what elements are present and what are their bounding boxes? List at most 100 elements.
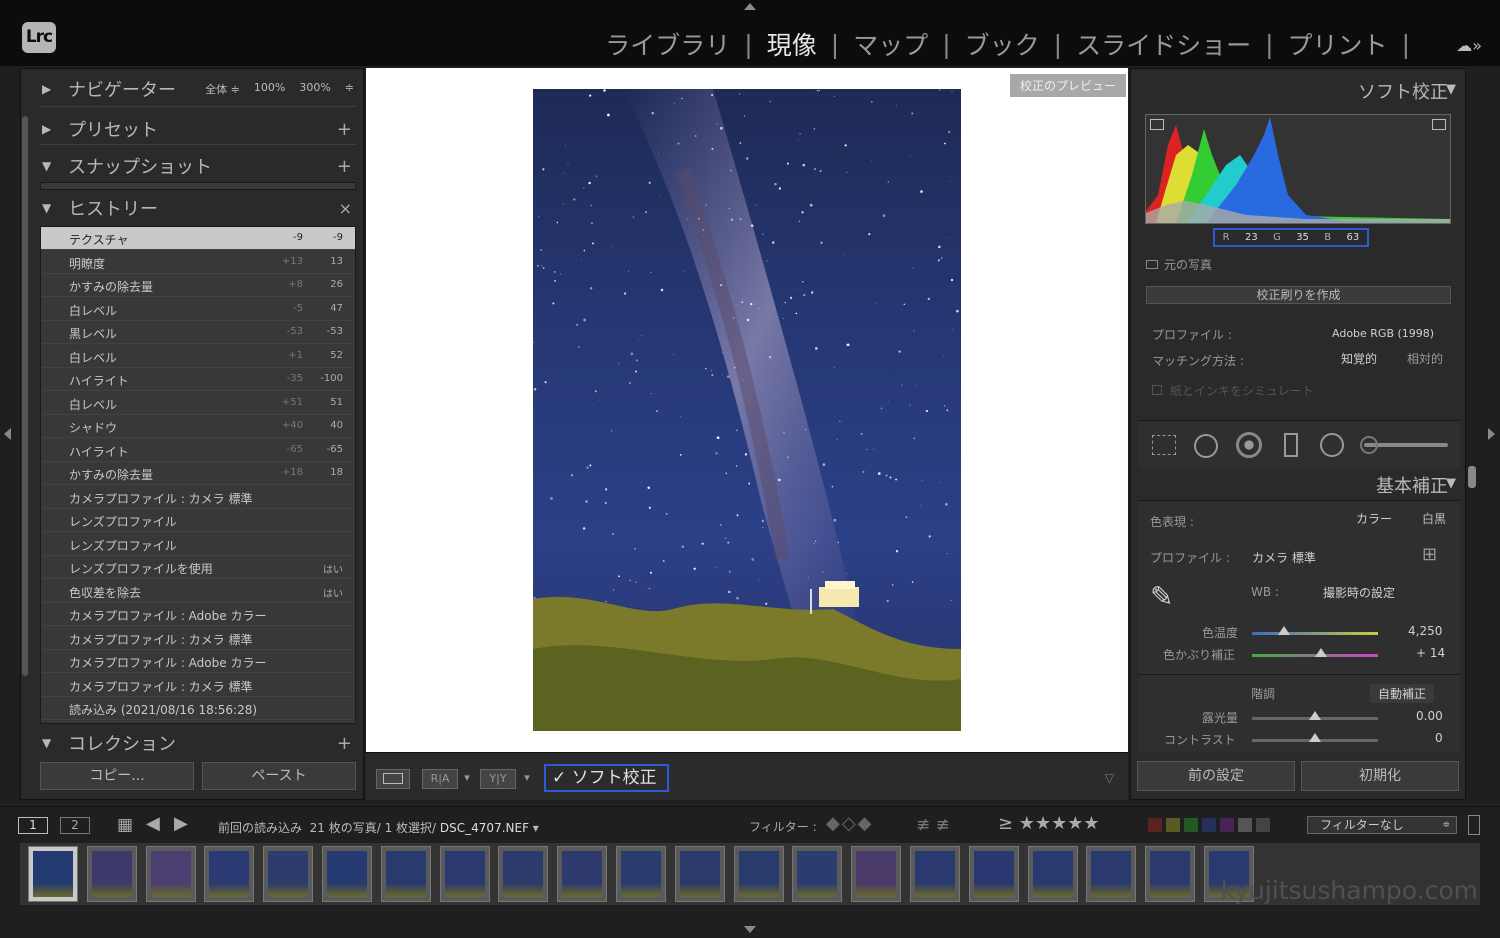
basic-header[interactable]: 基本補正	[1376, 472, 1448, 498]
collapse-icon[interactable]: ▼	[1446, 476, 1456, 491]
filmstrip-thumbnail[interactable]	[733, 846, 784, 902]
matching-relative[interactable]: 相対的	[1407, 350, 1443, 367]
tint-value[interactable]: + 14	[1416, 646, 1445, 660]
filmstrip-thumbnail[interactable]	[674, 846, 725, 902]
filmstrip-thumbnail[interactable]	[145, 846, 196, 902]
collapse-icon[interactable]: ▼	[1446, 82, 1456, 97]
filmstrip-thumbnail[interactable]	[498, 846, 549, 902]
temp-value[interactable]: 4,250	[1408, 624, 1442, 638]
temp-slider[interactable]	[1252, 626, 1378, 635]
module-map[interactable]: マップ	[839, 26, 942, 62]
filter-lock-icon[interactable]	[1468, 815, 1480, 835]
collapse-right-icon[interactable]	[1488, 428, 1495, 440]
history-item[interactable]: カメラプロファイル : カメラ 標準	[41, 674, 355, 697]
collapse-left-icon[interactable]	[4, 428, 11, 440]
history-item[interactable]: レンズプロファイルを使用 はい	[41, 556, 355, 579]
before-after-dropdown-icon[interactable]: ▾	[462, 769, 472, 789]
filmstrip-thumbnail[interactable]	[1145, 846, 1196, 902]
exposure-slider[interactable]	[1252, 711, 1378, 720]
simulate-paper-checkbox[interactable]: 紙とインキをシミュレート	[1152, 382, 1314, 399]
history-item[interactable]: 色収差を除去 はい	[41, 580, 355, 603]
module-print[interactable]: プリント	[1274, 26, 1402, 62]
module-book[interactable]: ブック	[951, 26, 1054, 62]
filter-preset-dropdown[interactable]: フィルターなし ≑	[1307, 816, 1457, 834]
edit-filter-icons[interactable]: ≢ ≢	[916, 815, 950, 835]
filmstrip-thumbnail[interactable]	[1086, 846, 1137, 902]
eyedropper-icon[interactable]: ✎	[1150, 580, 1186, 616]
history-item[interactable]: シャドウ +40 40	[41, 415, 355, 438]
rating-filter[interactable]: ≥ ★★★★★	[998, 813, 1100, 834]
history-item[interactable]: 黒レベル -53 -53	[41, 321, 355, 344]
filmstrip-thumbnail[interactable]	[439, 846, 490, 902]
history-item[interactable]: カメラプロファイル : カメラ 標準	[41, 486, 355, 509]
left-scrollbar[interactable]	[22, 116, 28, 676]
image-canvas[interactable]: 校正のプレビュー	[366, 68, 1128, 752]
wb-dropdown[interactable]: 撮影時の設定	[1323, 584, 1395, 601]
color-label-filter[interactable]	[1148, 817, 1274, 836]
exposure-value[interactable]: 0.00	[1416, 709, 1443, 723]
profile-dropdown[interactable]: Adobe RGB (1998)	[1332, 327, 1434, 340]
snapshots-header[interactable]: ▼ スナップショット +	[42, 153, 356, 179]
filmstrip-thumbnail[interactable]	[86, 846, 137, 902]
filmstrip-thumbnail[interactable]	[263, 846, 314, 902]
before-after-button[interactable]: R|A	[422, 769, 458, 789]
filmstrip-thumbnail[interactable]	[792, 846, 843, 902]
history-item[interactable]: 白レベル -5 47	[41, 298, 355, 321]
history-item[interactable]: テクスチャ -9 -9	[41, 227, 355, 250]
paste-button[interactable]: ペースト	[202, 762, 356, 790]
history-header[interactable]: ▼ ヒストリー ×	[42, 195, 356, 221]
collections-header[interactable]: ▼ コレクション +	[42, 730, 356, 756]
module-develop[interactable]: 現像	[753, 26, 831, 62]
add-preset-button[interactable]: +	[337, 119, 352, 140]
shadow-clipping-icon[interactable]	[1150, 119, 1164, 130]
grid-icon[interactable]: ▦	[117, 815, 133, 835]
swap-button[interactable]: Y|Y	[480, 769, 516, 789]
contrast-slider[interactable]	[1252, 733, 1378, 742]
profile-browser-icon[interactable]: ⊞	[1422, 546, 1444, 566]
history-item[interactable]: かすみの除去量 +18 18	[41, 462, 355, 485]
crop-icon[interactable]	[1152, 435, 1176, 455]
history-item[interactable]: レンズプロファイル	[41, 533, 355, 556]
module-library[interactable]: ライブラリ	[591, 26, 744, 62]
histogram[interactable]	[1145, 114, 1451, 224]
presets-header[interactable]: ▶ プリセット +	[42, 116, 356, 142]
history-item[interactable]: 白レベル +51 51	[41, 392, 355, 415]
filmstrip-thumbnail[interactable]	[1027, 846, 1078, 902]
filmstrip-thumbnail[interactable]	[968, 846, 1019, 902]
brush-icon[interactable]	[1360, 436, 1378, 454]
toolbar-menu-icon[interactable]: ▽	[1105, 771, 1114, 785]
navigator-zoom-options[interactable]: 全体 ≑ 100% 300% ≑	[205, 81, 354, 97]
view-mode-button[interactable]	[376, 769, 410, 789]
treatment-color[interactable]: カラー	[1356, 510, 1392, 527]
clear-history-button[interactable]: ×	[339, 199, 352, 218]
tint-slider[interactable]	[1252, 648, 1378, 657]
navigator-header[interactable]: ▶ ナビゲーター 全体 ≑ 100% 300% ≑	[42, 76, 356, 102]
previous-settings-button[interactable]: 前の設定	[1137, 761, 1295, 791]
filmstrip-thumbnail[interactable]	[322, 846, 372, 902]
original-photo-toggle[interactable]: 元の写真	[1146, 256, 1212, 273]
radial-filter-icon[interactable]	[1320, 433, 1344, 457]
cloud-icon[interactable]: ☁»	[1456, 36, 1482, 55]
history-item[interactable]: ハイライト -35 -100	[41, 368, 355, 391]
create-proof-button[interactable]: 校正刷りを作成	[1146, 286, 1451, 304]
history-item[interactable]: カメラプロファイル : Adobe カラー	[41, 650, 355, 673]
filmstrip-thumbnail[interactable]	[28, 846, 78, 902]
redeye-icon[interactable]	[1236, 432, 1262, 458]
basic-profile-dropdown[interactable]: カメラ 標準	[1252, 549, 1316, 566]
flag-filter-icons[interactable]: ◆◇◆	[826, 813, 874, 834]
filmstrip-thumbnail[interactable]	[851, 846, 902, 902]
history-item[interactable]: ハイライト -65 -65	[41, 439, 355, 462]
highlight-clipping-icon[interactable]	[1432, 119, 1446, 130]
add-snapshot-button[interactable]: +	[337, 156, 352, 177]
history-item[interactable]: 読み込み (2021/08/16 18:56:28)	[41, 697, 355, 720]
softproof-header[interactable]: ソフト校正	[1358, 78, 1448, 104]
window-2-button[interactable]: 2	[60, 817, 90, 834]
collapse-top-icon[interactable]	[744, 3, 756, 10]
window-1-button[interactable]: 1	[18, 817, 48, 834]
filmstrip-thumbnail[interactable]	[380, 846, 431, 902]
source-breadcrumb[interactable]: 前回の読み込み 21 枚の写真/ 1 枚選択/ DSC_4707.NEF ▾	[218, 819, 539, 836]
right-scrollbar[interactable]	[1468, 466, 1476, 488]
softproof-checkbox[interactable]: ✓ ソフト校正	[544, 764, 669, 792]
filmstrip-thumbnail[interactable]	[616, 846, 666, 902]
history-item[interactable]: 白レベル +1 52	[41, 345, 355, 368]
